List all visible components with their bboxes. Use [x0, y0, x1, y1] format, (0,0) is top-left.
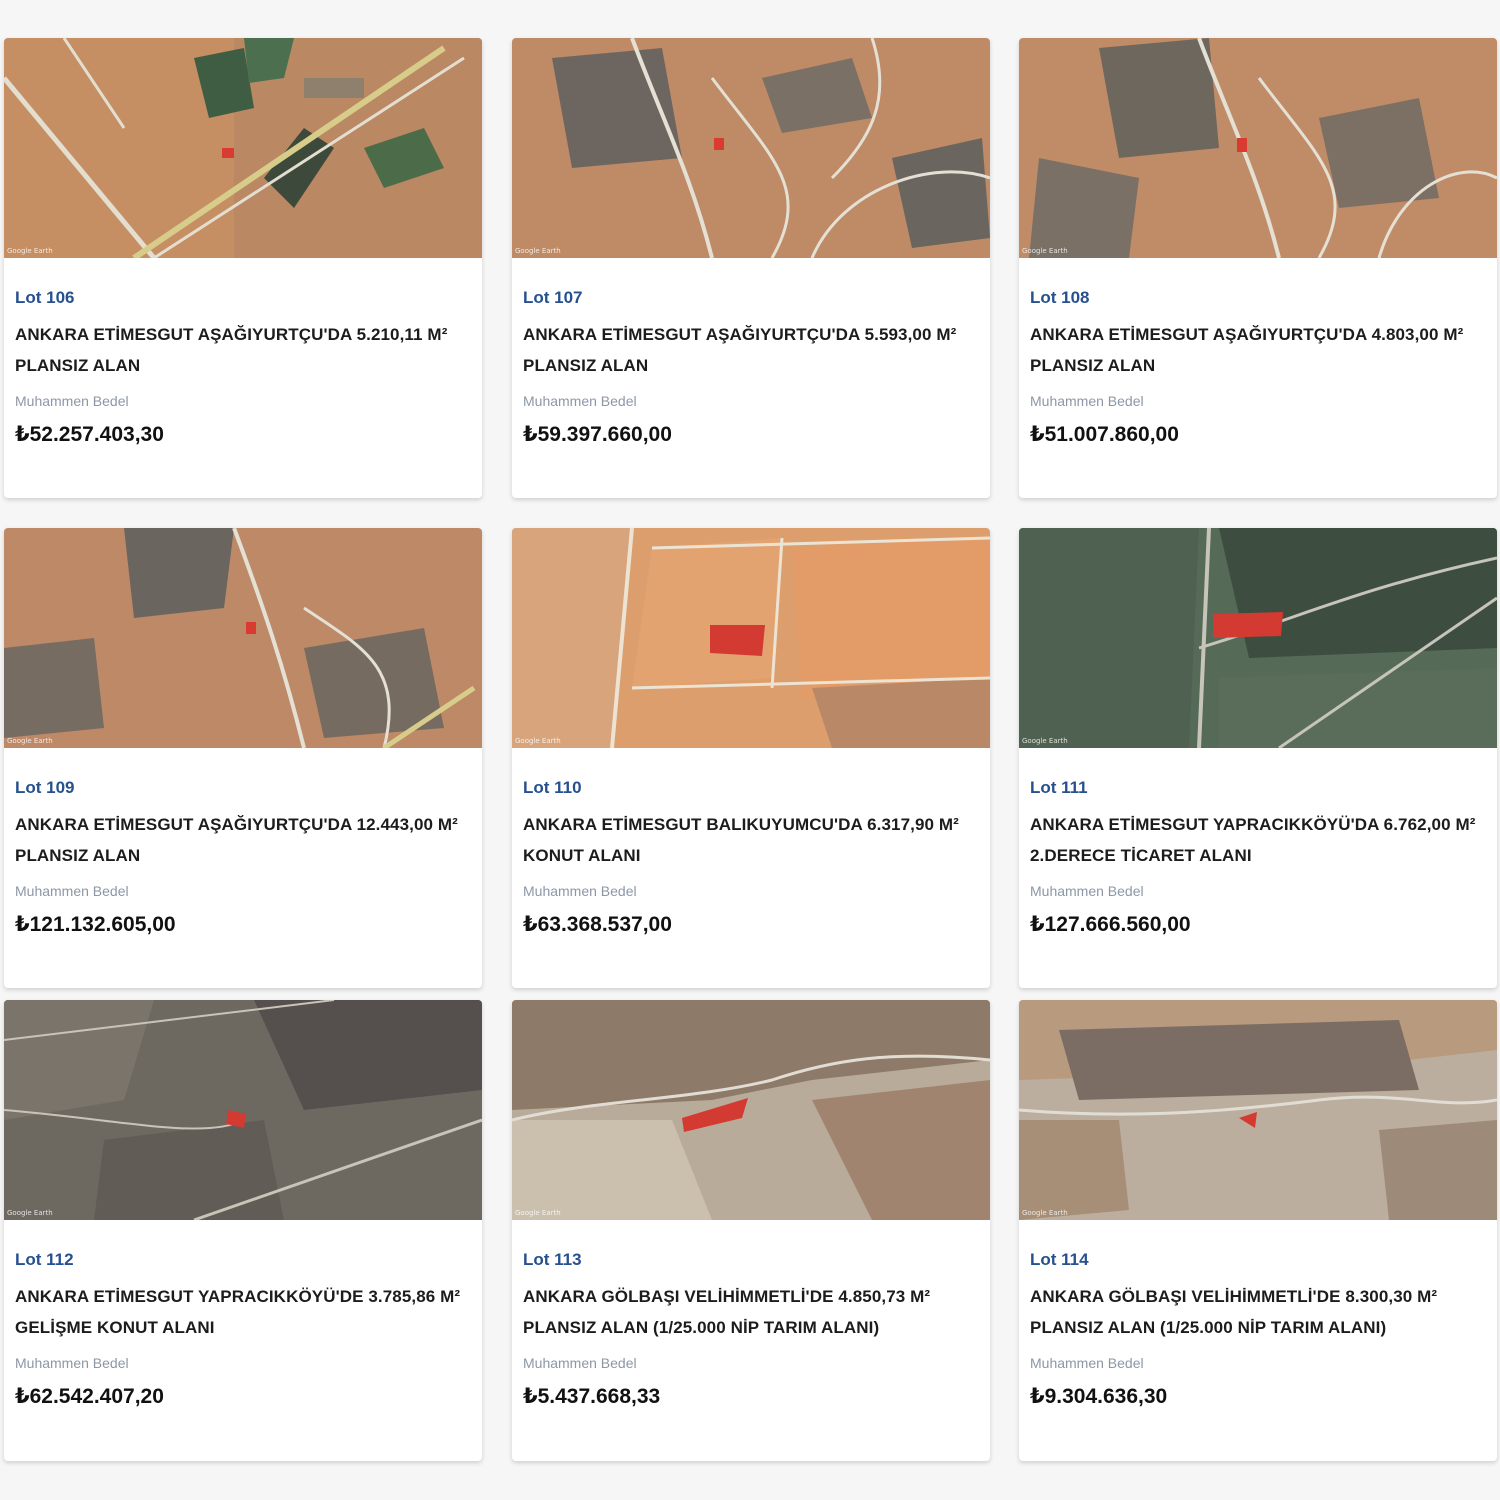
price-value: ₺59.397.660,00 — [523, 423, 672, 446]
price-label: Muhammen Bedel — [523, 393, 637, 409]
google-earth-watermark: Google Earth — [1022, 1209, 1068, 1217]
google-earth-watermark: Google Earth — [7, 737, 53, 745]
lot-listing-grid: Google Earth Lot 106 ANKARA ETİMESGUT AŞ… — [0, 0, 1500, 1500]
lot-title-line-1: ANKARA ETİMESGUT YAPRACIKKÖYÜ'DA 6.762,0… — [1030, 815, 1476, 834]
lot-number[interactable]: Lot 113 — [523, 1250, 979, 1270]
price-value: ₺51.007.860,00 — [1030, 423, 1179, 446]
google-earth-watermark: Google Earth — [7, 1209, 53, 1217]
lot-card[interactable]: Google Earth Lot 112 ANKARA ETİMESGUT YA… — [4, 1000, 482, 1461]
lot-card[interactable]: Google Earth Lot 114 ANKARA GÖLBAŞI VELİ… — [1019, 1000, 1497, 1461]
lot-title-line-1: ANKARA ETİMESGUT AŞAĞIYURTÇU'DA 4.803,00… — [1030, 325, 1464, 344]
satellite-image[interactable]: Google Earth — [1019, 528, 1497, 748]
price-label: Muhammen Bedel — [15, 883, 129, 899]
lot-title-line-1: ANKARA GÖLBAŞI VELİHİMMETLİ'DE 4.850,73 … — [523, 1287, 931, 1306]
price-value: ₺9.304.636,30 — [1030, 1385, 1168, 1408]
satellite-image[interactable]: Google Earth — [4, 1000, 482, 1220]
google-earth-watermark: Google Earth — [1022, 247, 1068, 255]
price-label: Muhammen Bedel — [523, 1355, 637, 1371]
price-value: ₺121.132.605,00 — [15, 913, 176, 936]
satellite-image[interactable]: Google Earth — [4, 38, 482, 258]
google-earth-watermark: Google Earth — [515, 737, 561, 745]
lot-title[interactable]: ANKARA ETİMESGUT AŞAĞIYURTÇU'DA 5.210,11… — [15, 319, 471, 381]
price-value: ₺127.666.560,00 — [1030, 913, 1191, 936]
lot-card[interactable]: Google Earth Lot 111 ANKARA ETİMESGUT YA… — [1019, 528, 1497, 988]
lot-number[interactable]: Lot 110 — [523, 778, 979, 798]
price-label: Muhammen Bedel — [1030, 393, 1144, 409]
lot-number[interactable]: Lot 107 — [523, 288, 979, 308]
price-label: Muhammen Bedel — [523, 883, 637, 899]
lot-card[interactable]: Google Earth Lot 107 ANKARA ETİMESGUT AŞ… — [512, 38, 990, 498]
lot-title[interactable]: ANKARA GÖLBAŞI VELİHİMMETLİ'DE 4.850,73 … — [523, 1281, 979, 1343]
lot-title-line-1: ANKARA ETİMESGUT AŞAĞIYURTÇU'DA 5.210,11… — [15, 325, 448, 344]
google-earth-watermark: Google Earth — [515, 1209, 561, 1217]
lot-title[interactable]: ANKARA ETİMESGUT YAPRACIKKÖYÜ'DE 3.785,8… — [15, 1281, 471, 1343]
lot-number[interactable]: Lot 114 — [1030, 1250, 1486, 1270]
google-earth-watermark: Google Earth — [515, 247, 561, 255]
price-value: ₺62.542.407,20 — [15, 1385, 164, 1408]
price-label: Muhammen Bedel — [15, 393, 129, 409]
lot-number[interactable]: Lot 112 — [15, 1250, 471, 1270]
lot-title-line-1: ANKARA ETİMESGUT BALIKUYUMCU'DA 6.317,90… — [523, 815, 959, 834]
lot-title-line-2: PLANSIZ ALAN (1/25.000 NİP TARIM ALANI) — [1030, 1318, 1387, 1337]
lot-card[interactable]: Google Earth Lot 113 ANKARA GÖLBAŞI VELİ… — [512, 1000, 990, 1461]
satellite-image[interactable]: Google Earth — [1019, 1000, 1497, 1220]
lot-number[interactable]: Lot 109 — [15, 778, 471, 798]
lot-title-line-1: ANKARA ETİMESGUT YAPRACIKKÖYÜ'DE 3.785,8… — [15, 1287, 461, 1306]
lot-title[interactable]: ANKARA ETİMESGUT BALIKUYUMCU'DA 6.317,90… — [523, 809, 979, 871]
satellite-image[interactable]: Google Earth — [4, 528, 482, 748]
lot-title[interactable]: ANKARA ETİMESGUT AŞAĞIYURTÇU'DA 4.803,00… — [1030, 319, 1486, 381]
satellite-image[interactable]: Google Earth — [512, 528, 990, 748]
satellite-image[interactable]: Google Earth — [1019, 38, 1497, 258]
lot-title-line-1: ANKARA GÖLBAŞI VELİHİMMETLİ'DE 8.300,30 … — [1030, 1287, 1438, 1306]
lot-title-line-2: PLANSIZ ALAN — [523, 356, 649, 375]
lot-card[interactable]: Google Earth Lot 110 ANKARA ETİMESGUT BA… — [512, 528, 990, 988]
lot-title[interactable]: ANKARA GÖLBAŞI VELİHİMMETLİ'DE 8.300,30 … — [1030, 1281, 1486, 1343]
lot-title-line-1: ANKARA ETİMESGUT AŞAĞIYURTÇU'DA 12.443,0… — [15, 815, 458, 834]
lot-card[interactable]: Google Earth Lot 109 ANKARA ETİMESGUT AŞ… — [4, 528, 482, 988]
lot-card[interactable]: Google Earth Lot 106 ANKARA ETİMESGUT AŞ… — [4, 38, 482, 498]
satellite-image[interactable]: Google Earth — [512, 38, 990, 258]
lot-card[interactable]: Google Earth Lot 108 ANKARA ETİMESGUT AŞ… — [1019, 38, 1497, 498]
price-label: Muhammen Bedel — [1030, 1355, 1144, 1371]
lot-title[interactable]: ANKARA ETİMESGUT YAPRACIKKÖYÜ'DA 6.762,0… — [1030, 809, 1486, 871]
lot-title-line-2: GELİŞME KONUT ALANI — [15, 1318, 215, 1337]
lot-number[interactable]: Lot 111 — [1030, 778, 1486, 798]
price-value: ₺52.257.403,30 — [15, 423, 164, 446]
lot-number[interactable]: Lot 108 — [1030, 288, 1486, 308]
price-value: ₺63.368.537,00 — [523, 913, 672, 936]
lot-title-line-2: KONUT ALANI — [523, 846, 641, 865]
lot-title-line-1: ANKARA ETİMESGUT AŞAĞIYURTÇU'DA 5.593,00… — [523, 325, 957, 344]
lot-title-line-2: PLANSIZ ALAN — [15, 356, 141, 375]
lot-title[interactable]: ANKARA ETİMESGUT AŞAĞIYURTÇU'DA 12.443,0… — [15, 809, 471, 871]
lot-title-line-2: PLANSIZ ALAN — [1030, 356, 1156, 375]
google-earth-watermark: Google Earth — [7, 247, 53, 255]
lot-number[interactable]: Lot 106 — [15, 288, 471, 308]
price-label: Muhammen Bedel — [1030, 883, 1144, 899]
satellite-image[interactable]: Google Earth — [512, 1000, 990, 1220]
lot-title-line-2: PLANSIZ ALAN — [15, 846, 141, 865]
lot-title-line-2: 2.DERECE TİCARET ALANI — [1030, 846, 1252, 865]
lot-title[interactable]: ANKARA ETİMESGUT AŞAĞIYURTÇU'DA 5.593,00… — [523, 319, 979, 381]
price-label: Muhammen Bedel — [15, 1355, 129, 1371]
google-earth-watermark: Google Earth — [1022, 737, 1068, 745]
lot-title-line-2: PLANSIZ ALAN (1/25.000 NİP TARIM ALANI) — [523, 1318, 880, 1337]
price-value: ₺5.437.668,33 — [523, 1385, 661, 1408]
